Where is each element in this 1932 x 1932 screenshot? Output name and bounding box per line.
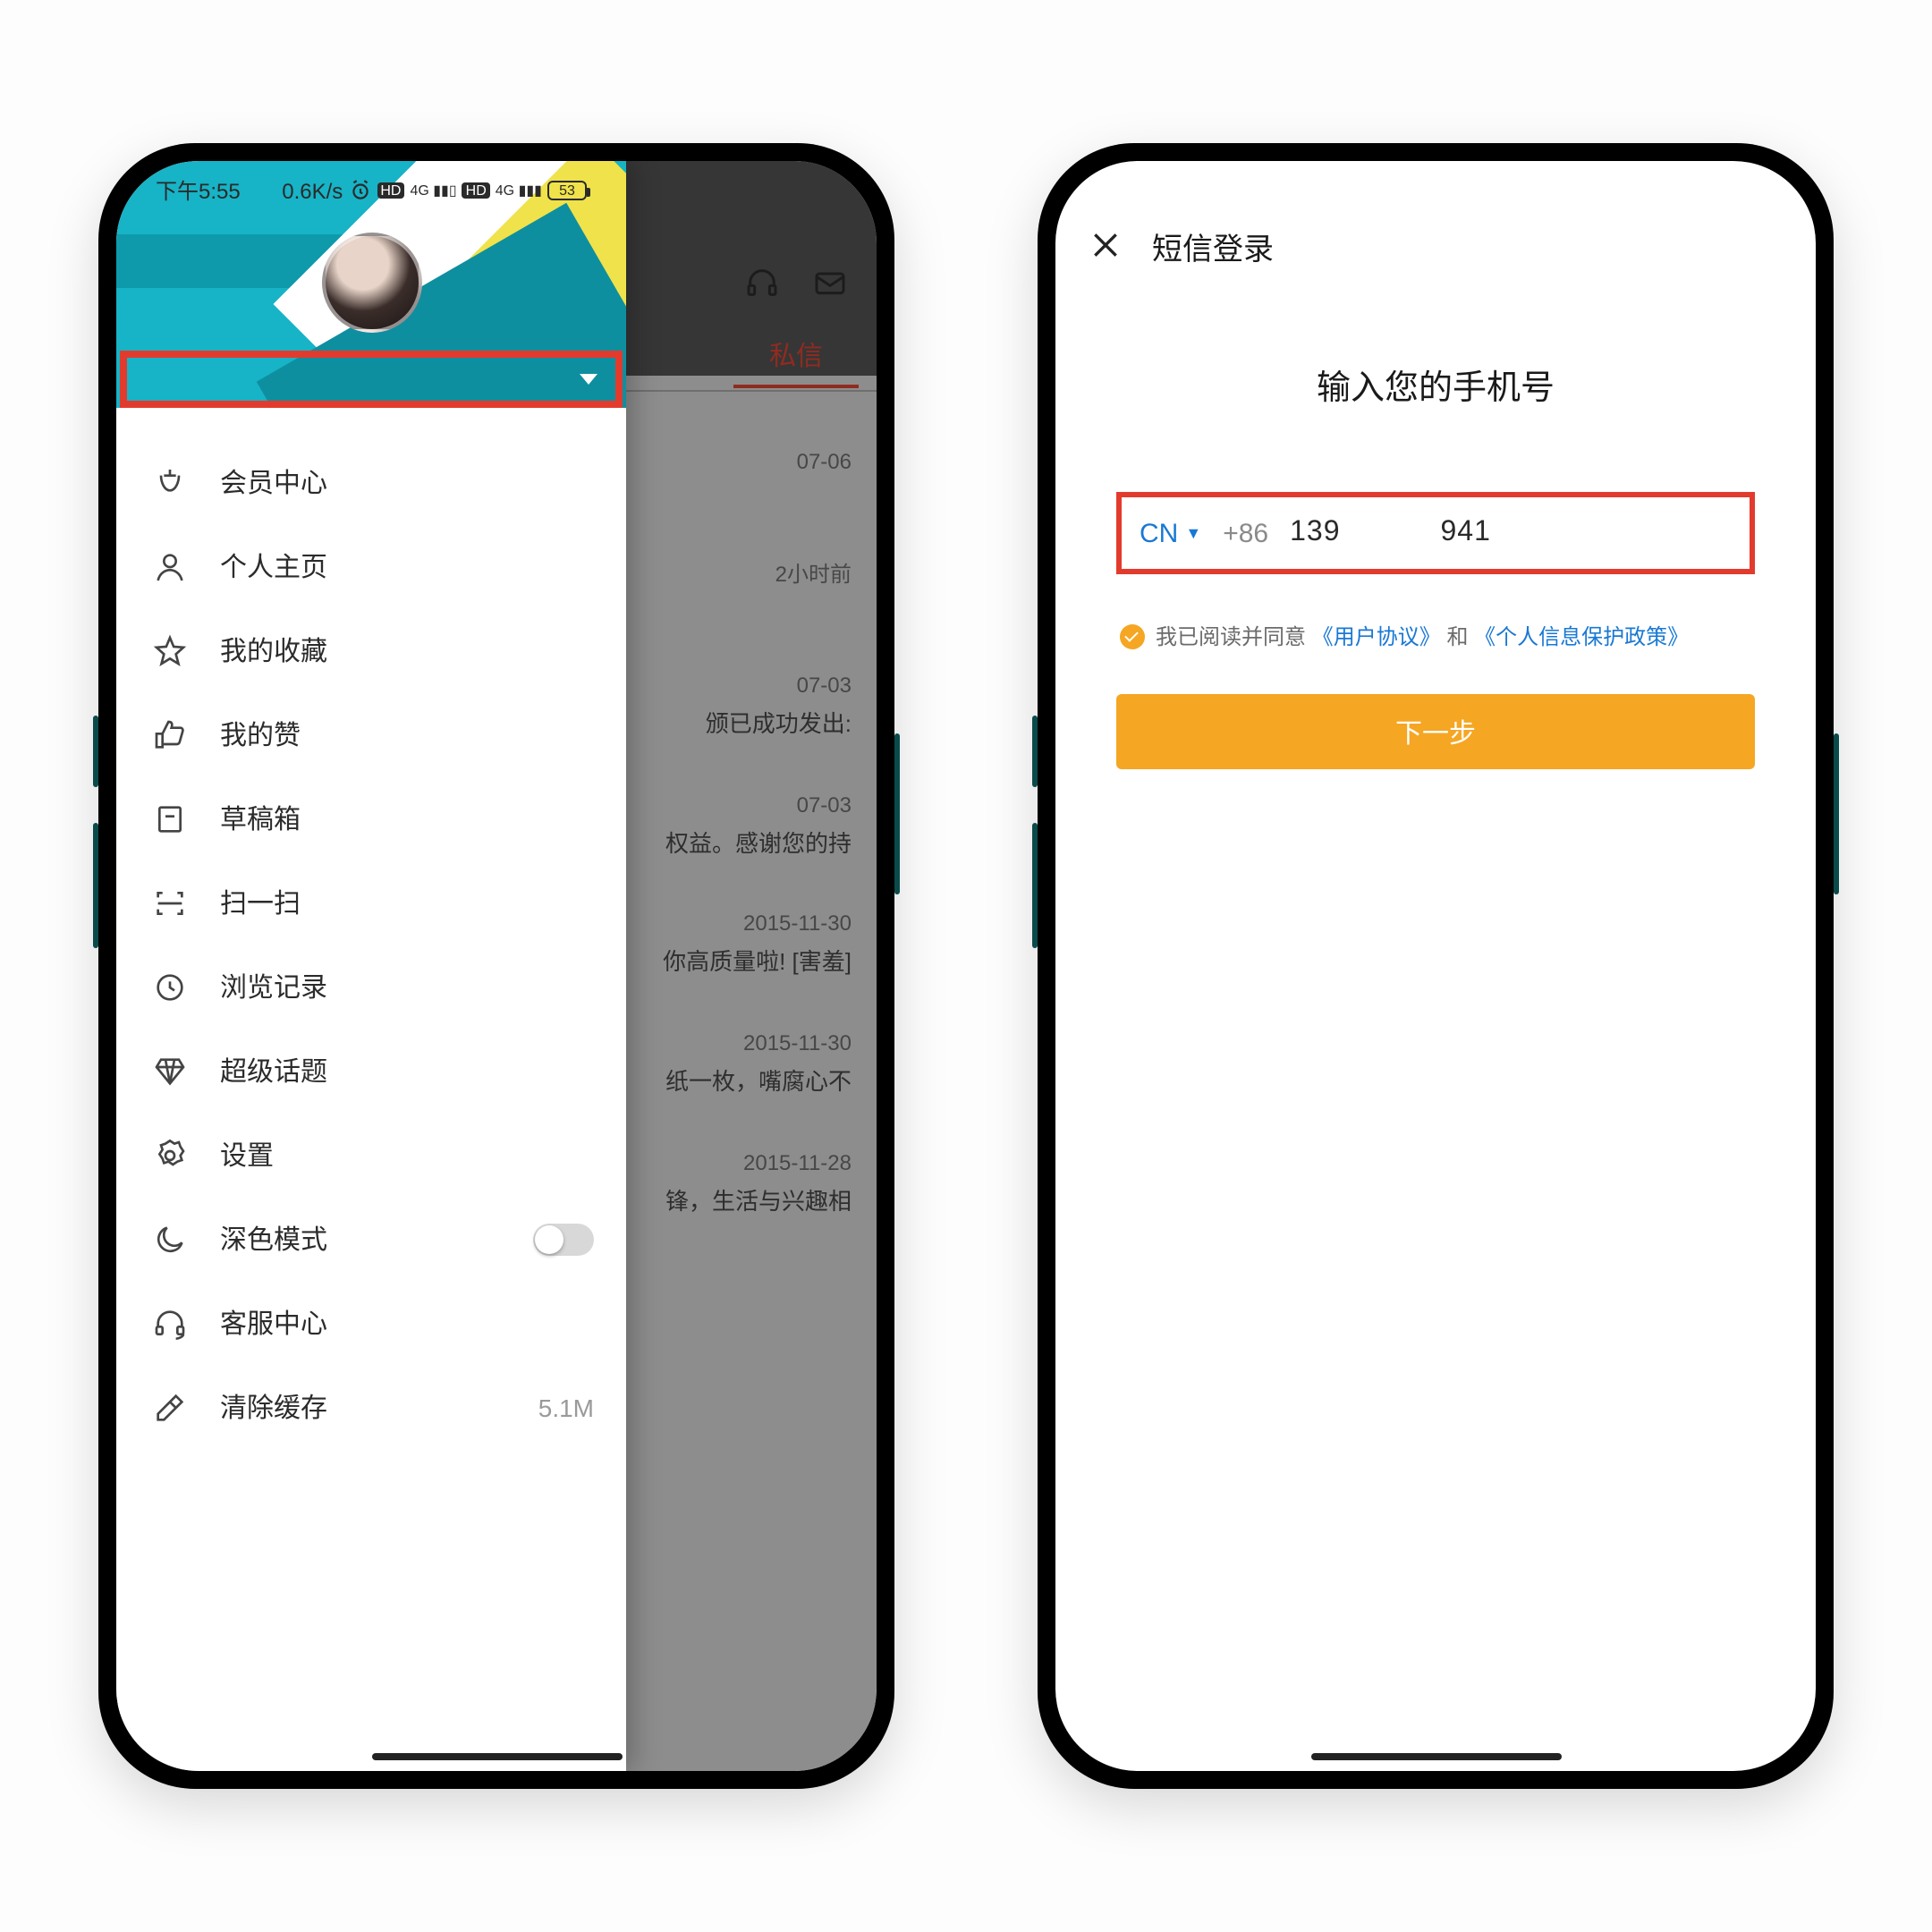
gesture-bar [371,1753,622,1760]
menu-dark-mode[interactable]: 深色模式 [116,1197,626,1281]
chevron-down-icon: ▼ [1185,524,1201,542]
phone-frame-left: 私信 07-06 2小时前 07-03颁已成功发出: 07-03权益。感谢您的持… [98,143,894,1789]
alarm-icon [348,179,371,202]
login-heading: 输入您的手机号 [1116,361,1755,410]
headset-icon[interactable] [744,265,780,301]
link-privacy-policy[interactable]: 《个人信息保护政策》 [1474,624,1689,649]
menu-support[interactable]: 客服中心 [116,1281,626,1365]
menu-super-topic[interactable]: 超级话题 [116,1029,626,1113]
menu-drafts[interactable]: 草稿箱 [116,776,626,860]
menu-clear-cache[interactable]: 清除缓存 5.1M [116,1365,626,1449]
side-drawer: 下午5:55 0.6K/s HD 4G ▮▮▯ HD 4G ▮▮▮ 53 [116,161,626,1771]
signal-4g-icon: 4G ▮▮▯ [410,182,456,199]
gesture-bar [1310,1753,1561,1760]
link-user-agreement[interactable]: 《用户协议》 [1312,624,1441,649]
menu-settings[interactable]: 设置 [116,1113,626,1197]
menu-history[interactable]: 浏览记录 [116,945,626,1029]
agree-checkbox[interactable] [1120,623,1145,648]
moon-icon [152,1221,188,1257]
cache-size: 5.1M [538,1393,594,1421]
crown-icon [152,464,188,500]
phone-frame-right: 短信登录 输入您的手机号 CN ▼ +86 139 941 [1038,143,1834,1789]
hd-badge: HD [377,182,404,199]
chevron-down-icon [580,374,597,385]
clock-icon [152,969,188,1004]
gear-icon [152,1137,188,1173]
eraser-icon [152,1389,188,1425]
signal-4g-icon: 4G ▮▮▮ [496,182,542,199]
mail-icon[interactable] [812,265,848,301]
phone-masked [1348,521,1434,546]
close-icon[interactable] [1088,227,1123,263]
hd-badge: HD [462,182,490,199]
draft-icon [152,801,188,836]
scan-icon [152,885,188,920]
terms-row: 我已阅读并同意 《用户协议》 和 《个人信息保护政策》 [1116,621,1755,651]
avatar[interactable] [321,233,421,333]
dark-mode-toggle[interactable] [533,1223,594,1255]
country-code-selector[interactable]: CN ▼ [1140,518,1201,548]
menu-profile[interactable]: 个人主页 [116,524,626,608]
status-bar: 下午5:55 0.6K/s HD 4G ▮▮▯ HD 4G ▮▮▮ 53 [116,175,626,206]
phone-input-highlight: CN ▼ +86 139 941 [1116,492,1755,574]
user-icon [152,548,188,584]
menu-member[interactable]: 会员中心 [116,440,626,524]
menu-favorites[interactable]: 我的收藏 [116,608,626,692]
thumbs-up-icon [152,716,188,752]
dial-code: +86 [1223,518,1268,548]
login-header: 短信登录 [1055,161,1816,290]
status-time: 下午5:55 [156,175,241,206]
account-switcher-highlight[interactable] [120,351,623,408]
login-title: 短信登录 [1152,223,1274,267]
menu-likes[interactable]: 我的赞 [116,692,626,776]
drawer-menu: 会员中心 个人主页 我的收藏 我的赞 [116,408,626,1449]
headset-icon [152,1305,188,1341]
tab-messages[interactable]: 私信 [769,336,823,374]
diamond-icon [152,1053,188,1089]
star-icon [152,632,188,668]
menu-scan[interactable]: 扫一扫 [116,860,626,945]
phone-input[interactable]: 139 941 [1290,517,1491,549]
next-button[interactable]: 下一步 [1116,694,1755,769]
battery-icon: 53 [547,181,587,200]
status-speed: 0.6K/s [282,178,343,203]
